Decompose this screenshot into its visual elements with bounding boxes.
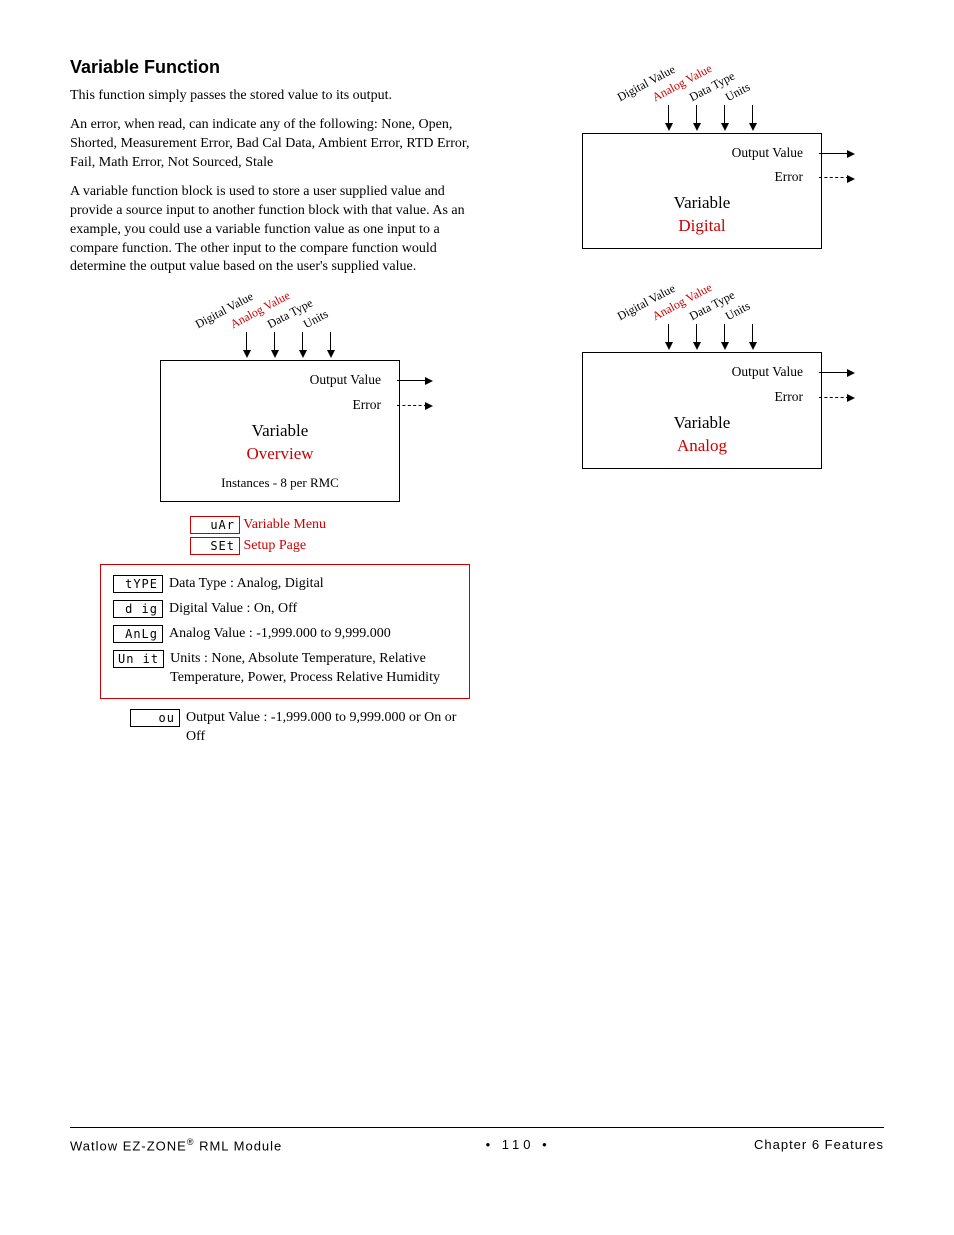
param-anlg: Analog Value : -1,999.000 to 9,999.000 [169,625,391,644]
output-label-error: Error [775,388,803,406]
output-label-output-value: Output Value [732,144,803,162]
right-arrow-dashed-icon [819,177,849,179]
led-var: uAr [190,516,240,534]
output-label-output-value: Output Value [310,371,381,389]
output-label-error: Error [353,396,381,414]
block-subtitle-digital: Digital [597,215,807,238]
led-ou: ou [130,709,180,727]
right-arrow-icon [819,153,849,154]
section-title: Variable Function [70,55,490,79]
footer-rule [70,1127,884,1128]
param-dig: Digital Value : On, Off [169,600,297,619]
right-arrow-dashed-icon [397,405,427,407]
block-subtitle-overview: Overview [175,443,385,466]
instances-line: Instances - 8 per RMC [175,474,385,492]
footer-page-number: • 110 • [486,1136,551,1155]
led-type: tYPE [113,575,163,593]
footer-right: Chapter 6 Features [754,1136,884,1155]
right-arrow-icon [819,372,849,373]
diagram-analog: Digital Value Analog Value Data Type Uni… [582,279,822,468]
param-type: Data Type : Analog, Digital [169,575,324,594]
intro-paragraph-3: A variable function block is used to sto… [70,183,490,277]
output-label-error: Error [775,168,803,186]
led-set: SEt [190,537,240,555]
intro-paragraph-2: An error, when read, can indicate any of… [70,116,490,173]
block-subtitle-analog: Analog [597,435,807,458]
param-unit: Units : None, Absolute Temperature, Rela… [170,650,457,688]
led-anlg: AnLg [113,625,163,643]
block-title: Variable [597,192,807,215]
menu-line-variable-menu: Variable Menu [243,517,326,532]
menu-line-setup-page: Setup Page [244,539,307,554]
intro-paragraph-1: This function simply passes the stored v… [70,87,490,106]
footer-left: Watlow EZ-ZONE® RML Module [70,1136,282,1155]
right-arrow-dashed-icon [819,397,849,399]
parameter-box: tYPE Data Type : Analog, Digital d ig Digi… [100,564,470,698]
diagram-digital: Digital Value Analog Value Data Type Uni… [582,60,822,249]
block-title: Variable [597,412,807,435]
block-title: Variable [175,420,385,443]
diagram-overview: Digital Value Analog Value Data Type Uni… [160,287,400,502]
param-ou: Output Value : -1,999.000 to 9,999.000 o… [186,709,460,747]
led-dig: d ig [113,600,163,618]
right-arrow-icon [397,380,427,381]
page-footer: Watlow EZ-ZONE® RML Module • 110 • Chapt… [70,1136,884,1155]
led-unit: Un it [113,650,164,668]
output-label-output-value: Output Value [732,363,803,381]
